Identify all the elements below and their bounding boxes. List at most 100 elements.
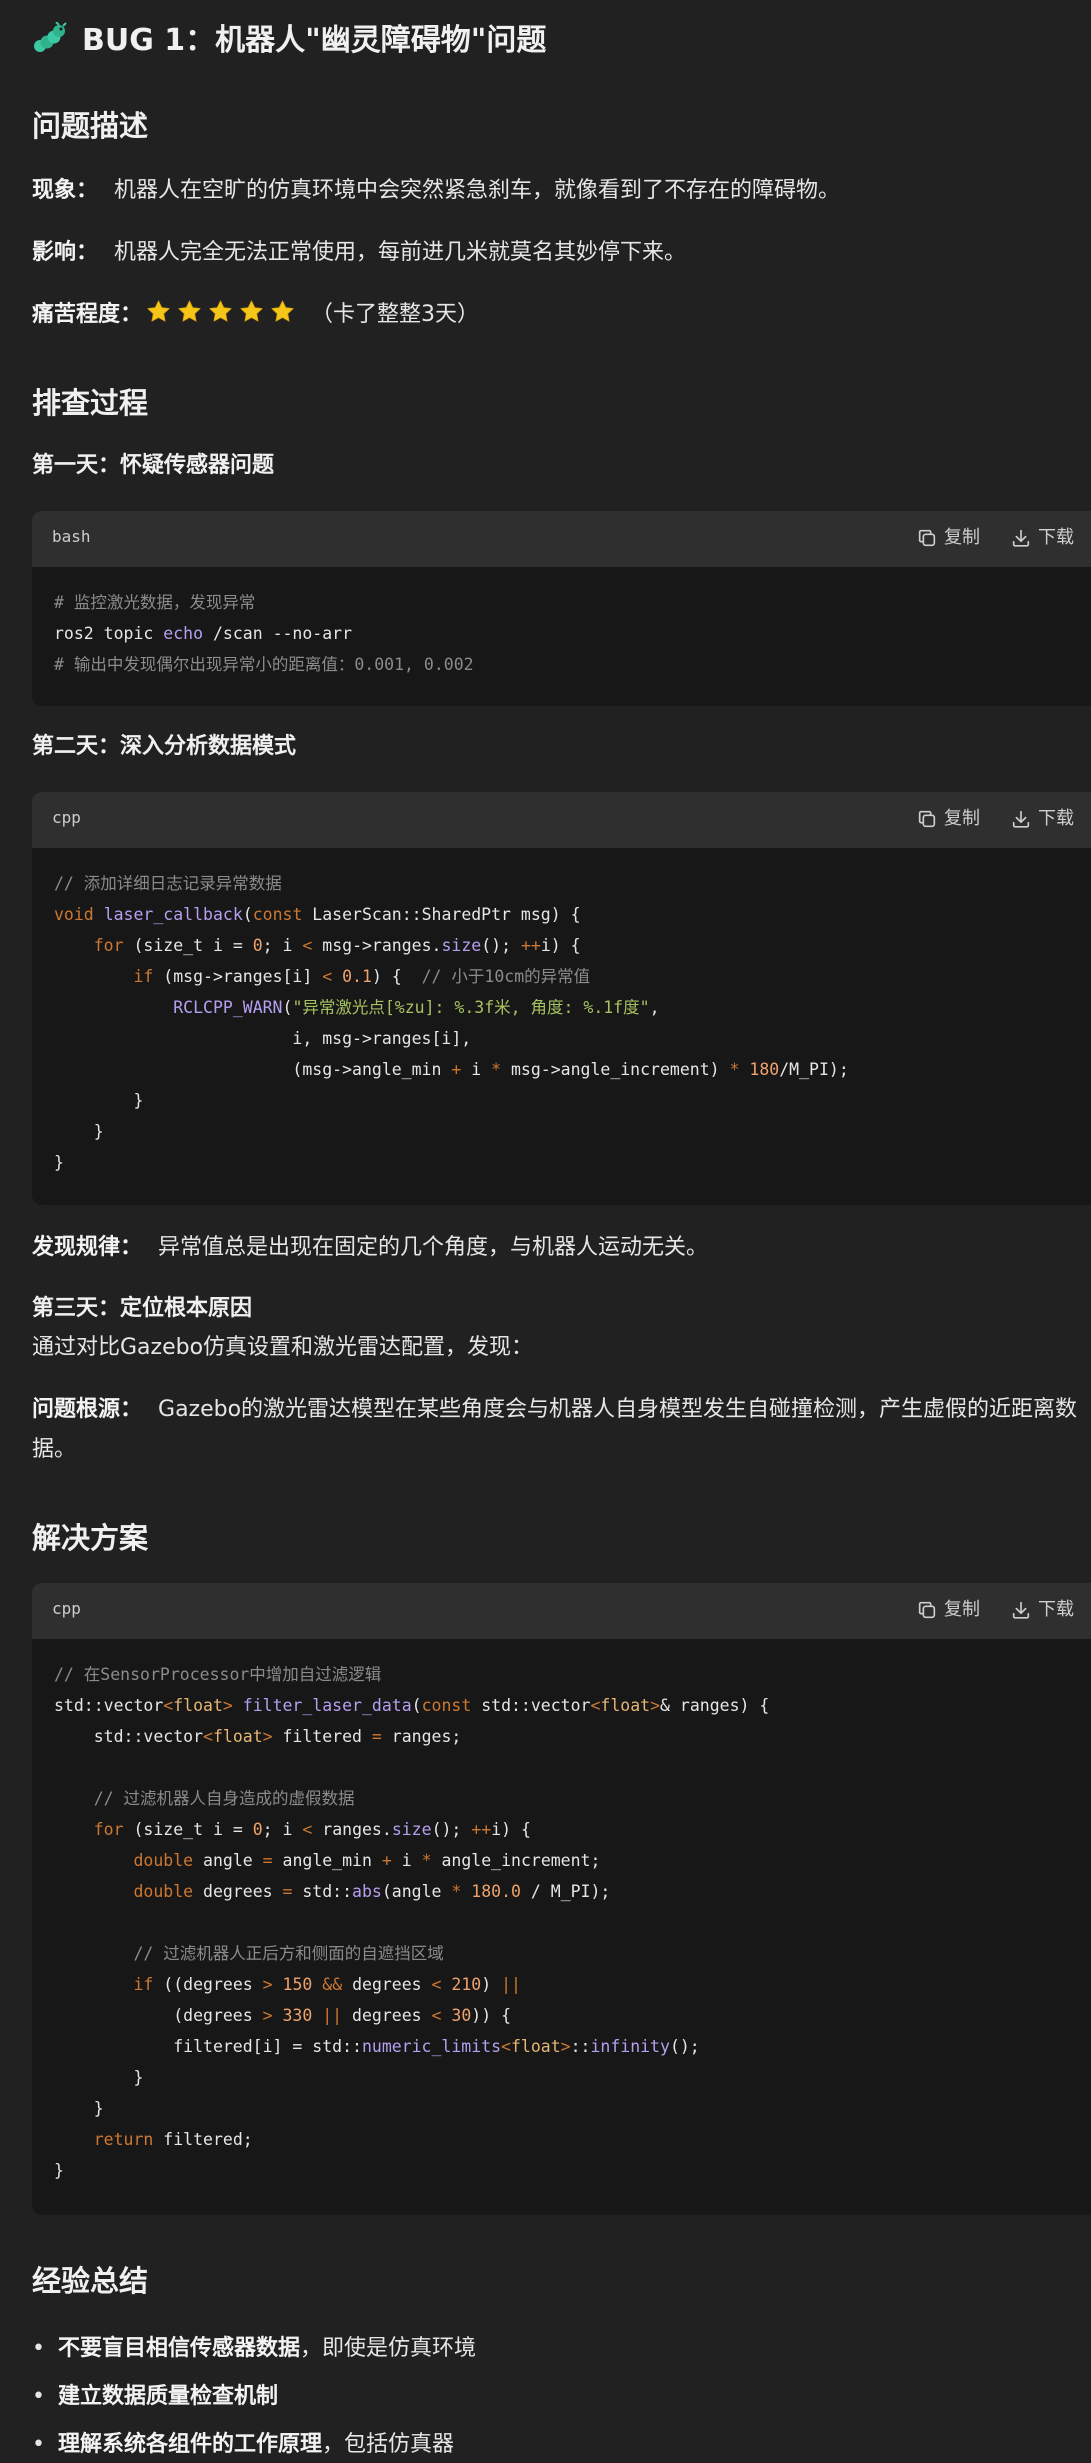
day2-heading: 第二天：深入分析数据模式 bbox=[32, 734, 297, 759]
finding-text: 异常值总是出现在固定的几个角度，与机器人运动无关。 bbox=[158, 1235, 709, 1260]
copy-button[interactable]: 复制 bbox=[916, 524, 980, 551]
code-body: // 在SensorProcessor中增加自过滤逻辑std::vector<f… bbox=[32, 1639, 1091, 2186]
code-line: double degrees = std::abs(angle * 180.0 … bbox=[133, 1882, 611, 1901]
star-icon bbox=[208, 299, 233, 324]
code-line: # 监控激光数据，发现异常 bbox=[54, 593, 256, 612]
download-icon bbox=[1010, 527, 1038, 549]
lesson-item: 建立数据质量检查机制 bbox=[32, 2373, 1072, 2421]
star-icon bbox=[270, 299, 295, 324]
code-line: (degrees > 330 || degrees < 30)) { bbox=[54, 2006, 512, 2025]
code-line: i, msg->ranges[i], bbox=[54, 1029, 472, 1048]
bug-title-text: BUG 1：机器人"幽灵障碍物"问题 bbox=[82, 22, 547, 58]
code-line: // 过滤机器人正后方和侧面的自遮挡区域 bbox=[133, 1944, 444, 1963]
lesson-item-text: ，包括仿真器 bbox=[322, 2432, 455, 2457]
phenomenon-text: 机器人在空旷的仿真环境中会突然紧急刹车，就像看到了不存在的障碍物。 bbox=[114, 178, 841, 203]
pain-label: 痛苦程度： bbox=[32, 302, 143, 327]
root-cause-label: 问题根源： bbox=[32, 1397, 143, 1422]
impact-label: 影响： bbox=[32, 240, 99, 265]
lesson-item-text: ，即使是仿真环境 bbox=[300, 2336, 477, 2361]
day3-text: 通过对比Gazebo仿真设置和激光雷达配置，发现： bbox=[32, 1335, 534, 1360]
code-line: double angle = angle_min + i * angle_inc… bbox=[133, 1851, 601, 1870]
code-line: } bbox=[54, 1122, 104, 1141]
code-language-label: bash bbox=[52, 527, 91, 546]
code-body: // 添加详细日志记录异常数据 void laser_callback(const… bbox=[32, 848, 1091, 1178]
code-line: RCLCPP_WARN("异常激光点[%zu]: %.3f米, 角度: %.1f… bbox=[173, 998, 660, 1017]
lesson-item-bold: 建立数据质量检查机制 bbox=[58, 2384, 279, 2409]
finding-label: 发现规律： bbox=[32, 1235, 143, 1260]
code-line: (msg->angle_min + i * msg->angle_increme… bbox=[54, 1060, 849, 1079]
code-line: } bbox=[54, 1153, 64, 1172]
code-language-label: cpp bbox=[52, 1599, 81, 1618]
code-block-cpp-filter: cpp 复制 下载// 在SensorProcessor中增加自过滤逻辑std::v… bbox=[32, 1583, 1091, 2215]
code-header: cpp 复制 下载 bbox=[32, 792, 1091, 848]
bug-title: BUG 1：机器人"幽灵障碍物"问题 bbox=[32, 17, 546, 63]
phenomenon-paragraph: 现象： 机器人在空旷的仿真环境中会突然紧急刹车，就像看到了不存在的障碍物。 bbox=[32, 174, 1091, 208]
download-label: 下载 bbox=[1038, 1599, 1074, 1620]
code-line: // 添加详细日志记录异常数据 bbox=[54, 874, 282, 893]
root-cause-paragraph: 问题根源： Gazebo的激光雷达模型在某些角度会与机器人自身模型发生自碰撞检测，… bbox=[32, 1393, 1091, 1467]
code-line: } bbox=[54, 2161, 64, 2180]
code-line: if (msg->ranges[i] < 0.1) { // 小于10cm的异常… bbox=[133, 967, 591, 986]
download-label: 下载 bbox=[1038, 527, 1074, 548]
code-line: // 过滤机器人自身造成的虚假数据 bbox=[93, 1789, 355, 1808]
code-line: } bbox=[54, 1091, 144, 1110]
copy-label: 复制 bbox=[944, 808, 980, 829]
code-line: } bbox=[54, 2099, 104, 2118]
copy-label: 复制 bbox=[944, 527, 980, 548]
day1-heading: 第一天：怀疑传感器问题 bbox=[32, 453, 275, 478]
root-cause-text-line2: 据。 bbox=[32, 1437, 77, 1462]
copy-button[interactable]: 复制 bbox=[916, 805, 980, 832]
download-button[interactable]: 下载 bbox=[1010, 524, 1074, 551]
code-line: ros2 topic echo /scan --no-arr bbox=[54, 624, 353, 643]
code-line: void laser_callback(const LaserScan::Sha… bbox=[54, 905, 581, 924]
code-block-bash: bash 复制 下载 # 监控激光数据，发现异常 ros2 topic echo /sc… bbox=[32, 511, 1091, 706]
caterpillar-bug-icon bbox=[32, 22, 68, 58]
copy-icon bbox=[916, 808, 944, 830]
lesson-item: 理解系统各组件的工作原理，包括仿真器 bbox=[32, 2421, 1072, 2463]
pain-note: （卡了整整3天） bbox=[311, 302, 480, 327]
solution-heading: 解决方案 bbox=[32, 1521, 149, 1555]
code-line: filtered[i] = std::numeric_limits<float>… bbox=[54, 2037, 700, 2056]
star-icon bbox=[177, 299, 202, 324]
impact-paragraph: 影响： 机器人完全无法正常使用，每前进几米就莫名其妙停下来。 bbox=[32, 236, 1091, 270]
code-line: for (size_t i = 0; i < msg->ranges.size(… bbox=[93, 936, 581, 955]
lessons-heading: 经验总结 bbox=[32, 2264, 149, 2298]
copy-icon bbox=[916, 527, 944, 549]
code-body: # 监控激光数据，发现异常 ros2 topic echo /scan --no-… bbox=[32, 567, 1091, 680]
code-line: if ((degrees > 150 && degrees < 210) || bbox=[133, 1975, 521, 1994]
code-line: // 在SensorProcessor中增加自过滤逻辑 bbox=[54, 1665, 382, 1684]
lesson-item-bold: 理解系统各组件的工作原理 bbox=[58, 2432, 323, 2457]
code-block-cpp-logging: cpp 复制 下载 // 添加详细日志记录异常数据 void laser_callbac… bbox=[32, 792, 1091, 1205]
finding-paragraph: 发现规律： 异常值总是出现在固定的几个角度，与机器人运动无关。 bbox=[32, 1231, 1091, 1265]
code-header: cpp 复制 下载 bbox=[32, 1583, 1091, 1639]
pain-rating-stars bbox=[146, 299, 301, 324]
code-line: for (size_t i = 0; i < ranges.size(); ++… bbox=[93, 1820, 531, 1839]
download-button[interactable]: 下载 bbox=[1010, 805, 1074, 832]
investigation-heading: 排查过程 bbox=[32, 386, 149, 420]
download-icon bbox=[1010, 808, 1038, 830]
page: BUG 1：机器人"幽灵障碍物"问题 问题描述 现象： 机器人在空旷的仿真环境中会… bbox=[0, 0, 1091, 2463]
star-icon bbox=[239, 299, 264, 324]
copy-button[interactable]: 复制 bbox=[916, 1596, 980, 1623]
day3-heading: 第三天：定位根本原因 bbox=[32, 1296, 253, 1321]
code-line: # 输出中发现偶尔出现异常小的距离值：0.001, 0.002 bbox=[54, 655, 474, 674]
code-line: return filtered; bbox=[93, 2130, 253, 2149]
star-icon bbox=[146, 299, 171, 324]
lesson-item-bold: 不要盲目相信传感器数据 bbox=[58, 2336, 301, 2361]
lesson-item: 不要盲目相信传感器数据，即使是仿真环境 bbox=[32, 2325, 1072, 2373]
code-language-label: cpp bbox=[52, 808, 81, 827]
problem-heading: 问题描述 bbox=[32, 109, 149, 143]
download-icon bbox=[1010, 1599, 1038, 1621]
code-header: bash 复制 下载 bbox=[32, 511, 1091, 567]
copy-label: 复制 bbox=[944, 1599, 980, 1620]
download-label: 下载 bbox=[1038, 808, 1074, 829]
download-button[interactable]: 下载 bbox=[1010, 1596, 1074, 1623]
pain-paragraph: 痛苦程度： （卡了整整3天） bbox=[32, 298, 1091, 332]
code-line: } bbox=[54, 2068, 144, 2087]
root-cause-text-line1: Gazebo的激光雷达模型在某些角度会与机器人自身模型发生自碰撞检测，产生虚假的… bbox=[158, 1397, 1078, 1422]
code-line: std::vector<float> filtered = ranges; bbox=[54, 1727, 462, 1746]
copy-icon bbox=[916, 1599, 944, 1621]
code-line: std::vector<float> filter_laser_data(con… bbox=[54, 1696, 770, 1715]
